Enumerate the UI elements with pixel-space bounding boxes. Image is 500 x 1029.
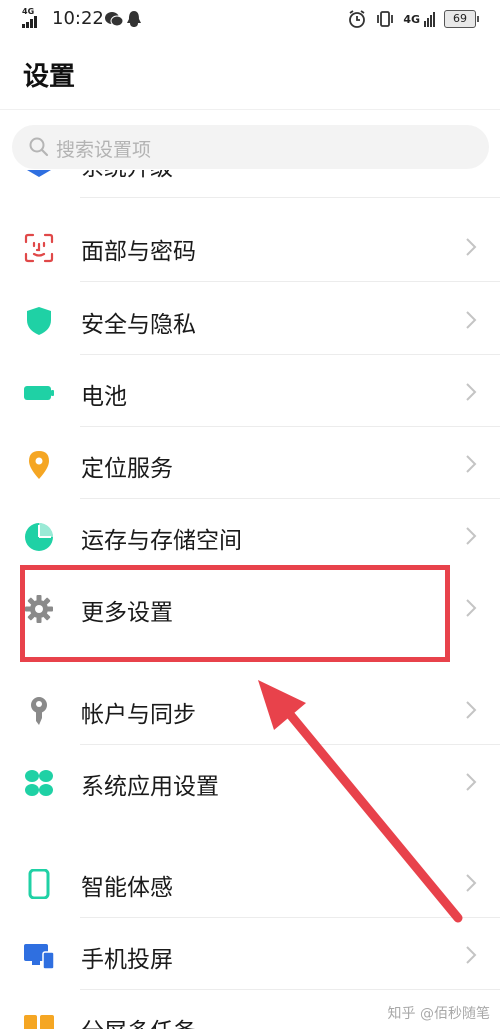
storage-pie-icon: [25, 523, 53, 551]
settings-item-label: 定位服务: [81, 456, 173, 482]
search-icon: [29, 137, 49, 157]
wechat-icon: [105, 12, 124, 27]
divider: [0, 109, 500, 110]
settings-item-label: 安全与隐私: [81, 312, 196, 338]
split-screen-icon: [24, 1015, 54, 1029]
network-4g-label: 4G: [403, 12, 420, 26]
chevron-right-icon: [466, 701, 477, 719]
settings-item-system-update[interactable]: 系统升级: [0, 170, 500, 198]
key-icon: [31, 697, 47, 725]
screen-cast-icon: [24, 944, 54, 970]
phone-motion-icon: [28, 869, 50, 899]
settings-item-accounts-sync[interactable]: 帐户与同步: [0, 673, 500, 745]
shield-icon: [27, 307, 51, 335]
chevron-right-icon: [466, 599, 477, 617]
chevron-right-icon: [466, 455, 477, 473]
settings-item-smart-motion[interactable]: 智能体感: [0, 846, 500, 918]
chevron-right-icon: [466, 874, 477, 892]
chevron-right-icon: [466, 773, 477, 791]
watermark: 知乎 @佰秒随笔: [387, 1006, 490, 1022]
chevron-right-icon: [466, 383, 477, 401]
settings-item-face-password[interactable]: 面部与密码: [0, 210, 500, 282]
search-placeholder: 搜索设置项: [56, 139, 152, 161]
face-password-icon: [24, 233, 54, 263]
chevron-right-icon: [466, 238, 477, 256]
settings-item-label: 智能体感: [81, 875, 173, 901]
cellular-signal-icon: 4G: [22, 8, 46, 30]
divider: [80, 281, 500, 282]
chevron-right-icon: [466, 527, 477, 545]
divider: [80, 197, 500, 198]
status-time: 10:22: [52, 8, 104, 29]
system-update-icon: [27, 170, 51, 177]
vibrate-icon: [377, 11, 394, 27]
highlight-box: [20, 565, 450, 662]
chevron-right-icon: [466, 946, 477, 964]
settings-item-label: 系统升级: [81, 170, 173, 182]
battery-indicator: 69: [444, 10, 479, 28]
search-input[interactable]: 搜索设置项: [12, 125, 489, 169]
settings-item-label: 手机投屏: [81, 947, 173, 973]
settings-item-label: 电池: [81, 384, 127, 410]
settings-item-ram-storage[interactable]: 运存与存储空间: [0, 499, 500, 571]
settings-item-screen-cast[interactable]: 手机投屏: [0, 918, 500, 990]
settings-item-label: 分屏多任务: [81, 1012, 196, 1029]
settings-item-system-apps[interactable]: 系统应用设置: [0, 745, 500, 817]
page-title: 设置: [23, 62, 76, 92]
chevron-right-icon: [466, 311, 477, 329]
network-type-label: 4G: [22, 7, 35, 16]
settings-item-label: 帐户与同步: [81, 702, 196, 728]
alarm-icon: [349, 10, 366, 28]
settings-item-battery[interactable]: 电池: [0, 355, 500, 427]
settings-item-label: 面部与密码: [81, 239, 196, 265]
location-icon: [29, 451, 49, 479]
qq-icon: [127, 11, 141, 27]
apps-grid-icon: [25, 770, 53, 796]
settings-item-location[interactable]: 定位服务: [0, 427, 500, 499]
settings-item-label: 运存与存储空间: [81, 528, 242, 554]
signal-bars-icon: [424, 12, 435, 27]
settings-item-label: 系统应用设置: [81, 774, 219, 800]
status-bar: 4G 10:22 4G 69: [0, 0, 500, 40]
battery-icon: [24, 386, 54, 400]
settings-item-security-privacy[interactable]: 安全与隐私: [0, 283, 500, 355]
